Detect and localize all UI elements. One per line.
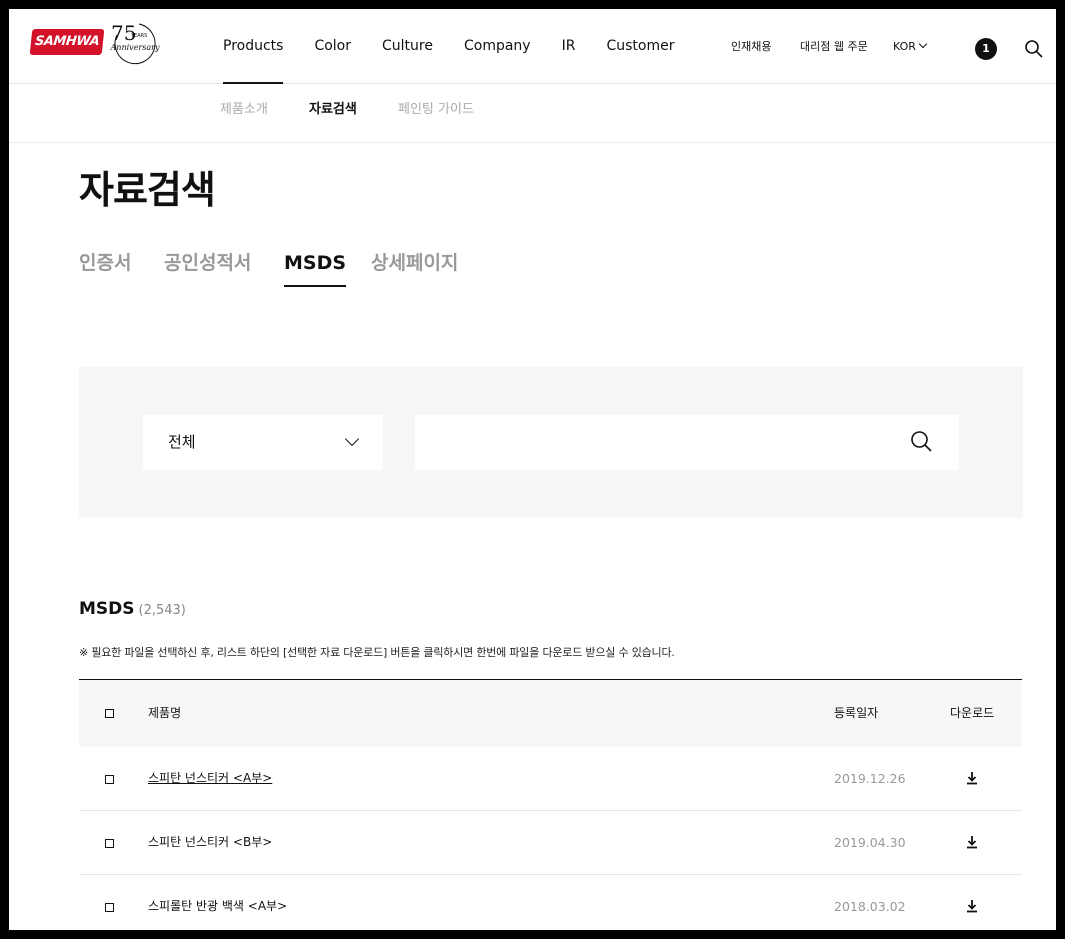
table-header: 제품명 등록일자 다운로드 (79, 680, 1022, 747)
product-name-link[interactable]: 스피탄 넌스티커 <A부> (148, 747, 272, 810)
results-title: MSDS (79, 599, 135, 619)
search-button[interactable] (909, 429, 935, 455)
column-date: 등록일자 (834, 706, 879, 720)
registration-date: 2019.04.30 (834, 835, 906, 850)
product-name-link[interactable]: 스피탄 넌스티커 <B부> (148, 811, 272, 874)
results-count: (2,543) (138, 603, 186, 618)
product-name-link[interactable]: 스피롤탄 반광 백색 <A부> (148, 875, 287, 930)
notification-badge[interactable]: 1 (975, 38, 997, 60)
anniversary-label: Anniversary (110, 43, 160, 52)
tab-test-reports[interactable]: 공인성적서 (164, 245, 251, 281)
search-input[interactable] (415, 415, 959, 470)
table-row: 스피탄 넌스티커 <B부> 2019.04.30 (79, 811, 1022, 875)
anniversary-years: YEARS (131, 33, 148, 39)
site-header: SAMHWA 75 YEARS Anniversary Products Col… (9, 9, 1056, 84)
chevron-down-icon (344, 431, 360, 447)
tab-detail-pages[interactable]: 상세페이지 (371, 245, 458, 281)
search-icon[interactable] (1024, 39, 1044, 59)
nav-culture[interactable]: Culture (382, 9, 433, 83)
chevron-down-icon (918, 39, 928, 49)
download-icon[interactable] (966, 899, 978, 913)
nav-ir[interactable]: IR (562, 9, 576, 83)
nav-customer[interactable]: Customer (606, 9, 674, 83)
tab-certificates[interactable]: 인증서 (79, 245, 131, 281)
download-notice: ※ 필요한 파일을 선택하신 후, 리스트 하단의 [선택한 자료 다운로드] … (79, 646, 675, 659)
registration-date: 2018.03.02 (834, 899, 906, 914)
download-icon[interactable] (966, 835, 978, 849)
nav-products[interactable]: Products (223, 9, 284, 84)
row-checkbox[interactable] (105, 903, 114, 912)
subnav-resource-search[interactable]: 자료검색 (309, 84, 357, 136)
row-checkbox[interactable] (105, 839, 114, 848)
nav-company[interactable]: Company (464, 9, 531, 83)
language-label: KOR (893, 40, 916, 53)
samhwa-logo[interactable]: SAMHWA (29, 29, 105, 55)
subnav-painting-guide[interactable]: 페인팅 가이드 (398, 84, 474, 136)
samhwa-logo-text: SAMHWA (29, 29, 105, 55)
dealer-order-link[interactable]: 대리점 웹 주문 (800, 9, 868, 83)
main-nav: Products Color Culture Company IR Custom… (223, 9, 705, 84)
table-row: 스피탄 넌스티커 <A부> 2019.12.26 (79, 747, 1022, 811)
column-product-name: 제품명 (148, 706, 182, 720)
table-row: 스피롤탄 반광 백색 <A부> 2018.03.02 (79, 875, 1022, 930)
select-all-checkbox[interactable] (105, 709, 114, 718)
msds-table: 제품명 등록일자 다운로드 스피탄 넌스티커 <A부> 2019.12.26 스… (79, 679, 1022, 930)
column-download: 다운로드 (950, 706, 995, 720)
page: SAMHWA 75 YEARS Anniversary Products Col… (9, 9, 1056, 930)
tab-msds[interactable]: MSDS (284, 245, 347, 287)
careers-link[interactable]: 인재채용 (731, 9, 771, 83)
registration-date: 2019.12.26 (834, 771, 906, 786)
search-panel: 전체 (79, 367, 1023, 518)
page-title: 자료검색 (79, 168, 216, 212)
nav-color[interactable]: Color (314, 9, 351, 83)
search-icon (911, 431, 932, 452)
anniversary-emblem: 75 YEARS Anniversary (109, 21, 161, 65)
sub-nav: 제품소개 자료검색 페인팅 가이드 (9, 84, 1056, 143)
category-select-value: 전체 (168, 433, 196, 451)
download-icon[interactable] (966, 771, 978, 785)
subnav-product-intro[interactable]: 제품소개 (220, 84, 268, 136)
language-selector[interactable]: KOR (893, 9, 928, 83)
results-heading: MSDS (2,543) (79, 599, 186, 619)
category-select[interactable]: 전체 (143, 415, 383, 470)
row-checkbox[interactable] (105, 775, 114, 784)
